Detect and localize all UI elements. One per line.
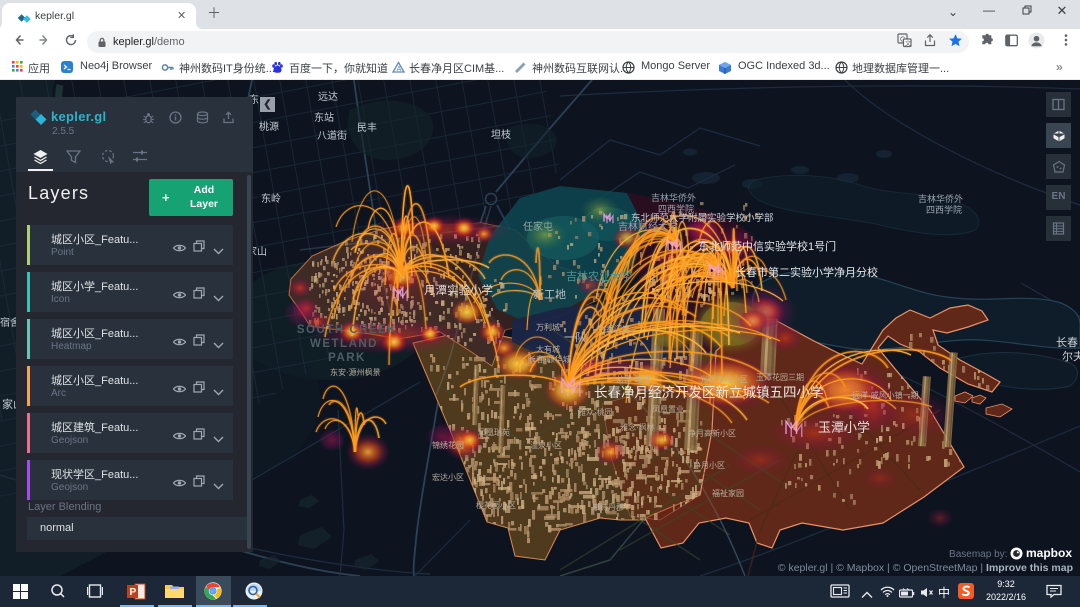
- svg-text:文: 文: [905, 39, 911, 47]
- svg-text:雅念·枫林: 雅念·枫林: [620, 422, 655, 432]
- svg-text:远达: 远达: [318, 91, 338, 103]
- svg-text:长春净月经济开发区新立城镇五四小学: 长春净月经济开发区新立城镇五四小学: [594, 385, 824, 400]
- svg-text:益田·瑞湾: 益田·瑞湾: [616, 374, 651, 384]
- svg-text:SOUTH CREEK: SOUTH CREEK: [297, 324, 397, 336]
- svg-text:东安·源州枫景: 东安·源州枫景: [330, 367, 381, 377]
- svg-text:P: P: [130, 587, 137, 598]
- svg-text:温泉小区: 温泉小区: [530, 440, 562, 450]
- svg-text:长春市第二实验小学净月分校: 长春市第二实验小学净月分校: [735, 265, 878, 279]
- svg-text:任家屯: 任家屯: [523, 220, 553, 233]
- svg-text:樱花园小区: 樱花园小区: [476, 500, 516, 510]
- svg-text:WETLAND: WETLAND: [310, 338, 378, 350]
- svg-text:吉林华侨外: 吉林华侨外: [918, 193, 963, 204]
- svg-text:光明净月小区: 光明净月小区: [700, 374, 748, 384]
- svg-text:新工地: 新工地: [533, 287, 566, 301]
- svg-text:玉潭小学: 玉潭小学: [818, 420, 870, 435]
- svg-text:东站: 东站: [314, 111, 334, 124]
- svg-text:四西学院: 四西学院: [926, 204, 962, 215]
- svg-text:福祉家园: 福祉家园: [712, 488, 744, 498]
- svg-text:坦枝: 坦枝: [491, 128, 511, 141]
- svg-text:一队: 一队: [564, 330, 586, 344]
- svg-text:东北师范大学附属实验学校小学部: 东北师范大学附属实验学校小学部: [631, 212, 774, 224]
- svg-text:宏达小区: 宏达小区: [432, 472, 464, 482]
- svg-text:雅众·桃园: 雅众·桃园: [578, 407, 613, 417]
- svg-text:远洋·戚风小镇一期: 远洋·戚风小镇一期: [852, 390, 919, 400]
- svg-text:万利城: 万利城: [536, 322, 560, 332]
- svg-text:凤凰置业: 凤凰置业: [652, 404, 684, 414]
- svg-text:玉潭花园三期: 玉潭花园三期: [756, 372, 804, 382]
- svg-text:东北师范中信实验学校1号门: 东北师范中信实验学校1号门: [698, 239, 836, 253]
- svg-text:凤凰瑞苑: 凤凰瑞苑: [478, 427, 510, 437]
- svg-text:书香门第: 书香门第: [598, 324, 630, 334]
- svg-text:吉林农业大学: 吉林农业大学: [566, 269, 632, 283]
- svg-text:桃源: 桃源: [259, 120, 279, 133]
- svg-text:康诗丹郡: 康诗丹郡: [592, 502, 624, 512]
- svg-text:净月高新小区: 净月高新小区: [688, 428, 736, 438]
- svg-text:净月小区: 净月小区: [693, 460, 725, 470]
- svg-text:A: A: [397, 66, 402, 73]
- svg-text:长春·颐华城: 长春·颐华城: [528, 354, 571, 364]
- svg-text:吉林华侨外: 吉林华侨外: [651, 192, 696, 203]
- svg-text:PARK: PARK: [328, 352, 366, 364]
- svg-text:尔夫: 尔夫: [1062, 350, 1080, 363]
- svg-text:民丰: 民丰: [357, 121, 377, 134]
- svg-text:月潭实验小学: 月潭实验小学: [424, 283, 493, 297]
- svg-text:东岭: 东岭: [261, 192, 281, 205]
- svg-text:大有城: 大有城: [536, 344, 560, 354]
- svg-text:长春: 长春: [1056, 336, 1078, 349]
- svg-text:锦绣花园: 锦绣花园: [432, 440, 464, 450]
- svg-text:八道街: 八道街: [317, 129, 347, 142]
